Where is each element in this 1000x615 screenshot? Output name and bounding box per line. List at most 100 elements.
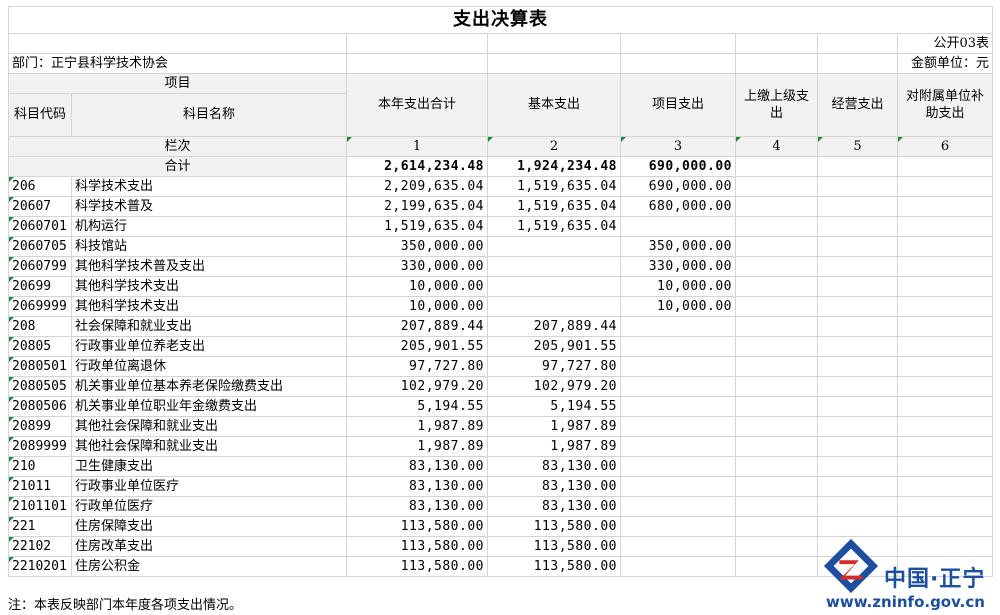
row-basic: 102,979.20 [487,376,621,397]
row-upper [735,416,818,437]
row-total: 2,209,635.04 [346,176,488,197]
row-business [817,456,898,477]
row-upper [735,436,818,457]
row-upper [735,316,818,337]
row-code: 2080505 [8,376,72,397]
header-project: 项目支出 [620,73,736,137]
row-basic: 83,130.00 [487,476,621,497]
row-project [620,496,736,517]
row-upper [735,336,818,357]
row-total: 113,580.00 [346,536,488,557]
expenditure-sheet: 支出决算表 公开03表 部门：正宁县科学技术协会 金额单位：元 项目 本年支出合… [8,6,993,577]
row-total: 2,199,635.04 [346,196,488,217]
table-row: 2080501 行政单位离退休 97,727.80 97,727.80 [8,356,993,377]
row-business [817,316,898,337]
sum-project: 690,000.00 [620,156,736,177]
row-basic: 1,519,635.04 [487,196,621,217]
row-name: 住房保障支出 [71,516,347,537]
row-subsidy [897,496,993,517]
row-code: 206 [8,176,72,197]
row-business [817,476,898,497]
col-num: 2 [487,136,621,157]
row-name: 其他科学技术支出 [71,296,347,317]
row-subsidy [897,236,993,257]
row-upper [735,176,818,197]
col-num: 1 [346,136,488,157]
row-code: 221 [8,516,72,537]
row-business [817,376,898,397]
row-subsidy [897,196,993,217]
row-project: 10,000.00 [620,276,736,297]
row-total: 207,889.44 [346,316,488,337]
row-upper [735,196,818,217]
col-row-label: 栏次 [8,136,347,157]
row-subsidy [897,256,993,277]
col-num: 3 [620,136,736,157]
row-subsidy [897,356,993,377]
row-total: 10,000.00 [346,296,488,317]
row-subsidy [897,176,993,197]
row-project [620,416,736,437]
row-name: 科学技术支出 [71,176,347,197]
row-business [817,416,898,437]
table-row: 2060705 科技馆站 350,000.00 350,000.00 [8,236,993,257]
row-name: 住房公积金 [71,556,347,577]
row-upper [735,276,818,297]
row-code: 2060705 [8,236,72,257]
row-name: 其他社会保障和就业支出 [71,436,347,457]
col-num: 5 [817,136,898,157]
row-business [817,356,898,377]
table-row: 2069999 其他科学技术支出 10,000.00 10,000.00 [8,296,993,317]
table-row: 20699 其他科学技术支出 10,000.00 10,000.00 [8,276,993,297]
row-project [620,336,736,357]
row-basic: 83,130.00 [487,496,621,517]
row-total: 83,130.00 [346,476,488,497]
row-business [817,256,898,277]
header-total: 本年支出合计 [346,73,488,137]
header-item: 项目 [8,73,347,94]
row-business [817,176,898,197]
row-name: 其他社会保障和就业支出 [71,416,347,437]
table-row: 2060799 其他科学技术普及支出 330,000.00 330,000.00 [8,256,993,277]
row-code: 2060799 [8,256,72,277]
row-upper [735,296,818,317]
row-code: 2060701 [8,216,72,237]
row-project [620,536,736,557]
row-upper [735,556,818,577]
row-name: 行政单位医疗 [71,496,347,517]
row-subsidy [897,316,993,337]
row-upper [735,256,818,277]
row-code: 20899 [8,416,72,437]
sum-total: 2,614,234.48 [346,156,488,177]
row-code: 210 [8,456,72,477]
row-code: 20805 [8,336,72,357]
header-business: 经营支出 [817,73,898,137]
row-subsidy [897,216,993,237]
row-project: 350,000.00 [620,236,736,257]
row-name: 科技馆站 [71,236,347,257]
row-business [817,276,898,297]
row-basic: 1,987.89 [487,416,621,437]
row-name: 其他科学技术支出 [71,276,347,297]
row-basic: 113,580.00 [487,516,621,537]
row-business [817,296,898,317]
sum-row-label: 合计 [8,156,347,177]
header-code: 科目代码 [8,93,72,137]
watermark-name: 中国·正宁 [884,567,986,592]
row-project [620,556,736,577]
row-total: 1,987.89 [346,436,488,457]
row-code: 21011 [8,476,72,497]
row-project [620,516,736,537]
row-upper [735,496,818,517]
row-name: 机关事业单位基本养老保险缴费支出 [71,376,347,397]
row-basic [487,256,621,277]
row-basic: 83,130.00 [487,456,621,477]
row-upper [735,476,818,497]
row-project: 690,000.00 [620,176,736,197]
row-name: 社会保障和就业支出 [71,316,347,337]
table-row: 2080505 机关事业单位基本养老保险缴费支出 102,979.20 102,979… [8,376,993,397]
row-basic: 97,727.80 [487,356,621,377]
row-code: 2101101 [8,496,72,517]
row-basic [487,236,621,257]
header-basic: 基本支出 [487,73,621,137]
